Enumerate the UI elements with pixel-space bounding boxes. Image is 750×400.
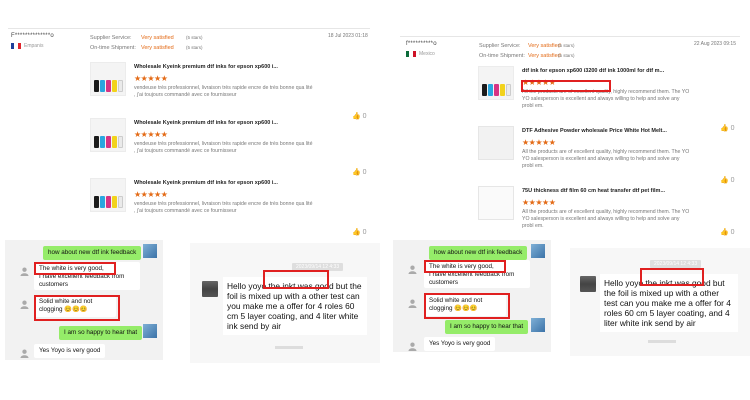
review-header: F**************o Empanis Supplier Servic… (8, 28, 370, 58)
star-rating: ★★★★★ (134, 190, 168, 199)
star-rating: ★★★★★ (522, 198, 556, 207)
reviewer-name: f**********o (406, 41, 437, 47)
reviewer-country: Empanis (24, 43, 44, 49)
message-timestamp: 2023/09/14 12 4:33 (650, 260, 702, 268)
highlight-box (424, 293, 510, 319)
product-name[interactable]: 75U thickness dtf film 60 cm heat transf… (522, 188, 665, 194)
chat-screenshot-right: how about new dtf ink feedback The white… (393, 240, 551, 352)
highlight-box (424, 260, 506, 273)
review-date: 18 Jul 2023 01:18 (328, 33, 368, 39)
rating-star-counts: (5 stars) (5 stars) (558, 43, 575, 58)
rating-star-counts: (5 stars) (5 stars) (186, 35, 203, 50)
product-thumbnail[interactable] (90, 62, 126, 96)
like-count: 0 (730, 177, 735, 184)
star-rating: ★★★★★ (134, 130, 168, 139)
product-thumbnail[interactable] (90, 178, 126, 212)
chat-message-sent: I am so happy to hear that (445, 320, 529, 334)
chat-screenshot-left: how about new dtf ink feedback The white… (5, 240, 163, 360)
reviewed-product[interactable]: Wholesale Kyeink premium dtf inks for ep… (90, 176, 370, 236)
reviewed-product[interactable]: Wholesale Kyeink premium dtf inks for ep… (90, 116, 370, 176)
product-name[interactable]: Wholesale Kyeink premium dtf inks for ep… (134, 180, 278, 186)
product-thumbnail[interactable] (478, 66, 514, 100)
user-icon (19, 348, 29, 358)
user-icon (407, 298, 417, 308)
thumbs-up-icon[interactable]: 👍 0 (352, 168, 367, 176)
product-name[interactable]: DTF Adhesive Powder wholesale Price Whit… (522, 128, 667, 134)
star-rating: ★★★★★ (522, 138, 556, 147)
user-icon (407, 341, 417, 351)
user-icon (19, 299, 29, 309)
divider (275, 346, 303, 349)
rating-labels: Supplier Service: On-time Shipment: (479, 43, 525, 59)
star-rating: ★★★★★ (134, 74, 168, 83)
review-comment: All the products are of excellent qualit… (522, 209, 690, 229)
highlight-box (640, 268, 704, 286)
highlight-box (34, 262, 116, 275)
reviewed-product[interactable]: 75U thickness dtf film 60 cm heat transf… (478, 184, 740, 236)
review-comment: vendeuse très professionnel, livraison t… (134, 141, 313, 154)
message-screenshot-right: 2023/09/14 12 4:33 Hello yoyo the inkt w… (570, 248, 750, 356)
like-count: 0 (362, 169, 367, 176)
product-name[interactable]: Wholesale Kyeink premium dtf inks for ep… (134, 120, 278, 126)
rating-labels: Supplier Service: On-time Shipment: (90, 35, 136, 51)
divider (648, 340, 676, 343)
review-card-right: f**********o Mexico Supplier Service: On… (400, 28, 740, 236)
highlight-box (263, 270, 329, 289)
review-date: 22 Aug 2023 09:15 (694, 41, 736, 47)
thumbs-up-icon[interactable]: 👍 0 (720, 228, 735, 236)
avatar (580, 276, 596, 292)
user-icon (407, 264, 417, 274)
like-count: 0 (730, 229, 735, 236)
chat-message-received: Yes Yoyo is very good (34, 344, 106, 358)
product-thumbnail[interactable] (90, 118, 126, 152)
avatar (202, 281, 218, 297)
avatar (531, 244, 545, 258)
reviewer-country: Mexico (419, 51, 435, 57)
review-comment: All the products are of excellent qualit… (522, 89, 690, 109)
user-icon (19, 266, 29, 276)
like-count: 0 (362, 229, 367, 236)
product-thumbnail[interactable] (478, 186, 514, 220)
review-comment: vendeuse très professionnel, livraison t… (134, 85, 313, 98)
rating-values: Very satisfied Very satisfied (528, 43, 561, 59)
message-screenshot-left: 2023/09/14 12 4:33 Hello yoyo the inkt w… (190, 243, 380, 363)
thumbs-up-icon[interactable]: 👍 0 (352, 228, 367, 236)
reviewed-product[interactable]: DTF Adhesive Powder wholesale Price Whit… (478, 124, 740, 184)
mexico-flag-icon (406, 51, 416, 57)
product-thumbnail[interactable] (478, 126, 514, 160)
avatar (531, 318, 545, 332)
avatar (143, 244, 157, 258)
reviewer-name: F**************o (11, 33, 54, 39)
review-card-left: F**************o Empanis Supplier Servic… (8, 28, 370, 236)
review-comment: All the products are of excellent qualit… (522, 149, 690, 169)
chat-message-sent: how about new dtf ink feedback (43, 246, 142, 260)
avatar (143, 324, 157, 338)
chat-message-sent: I am so happy to hear that (59, 326, 143, 340)
highlight-box (521, 80, 611, 92)
reviewed-product[interactable]: Wholesale Kyeink premium dtf inks for ep… (90, 60, 370, 120)
thumbs-up-icon[interactable]: 👍 0 (720, 176, 735, 184)
product-name[interactable]: Wholesale Kyeink premium dtf inks for ep… (134, 64, 278, 70)
chat-message-received: Yes Yoyo is very good (424, 337, 496, 351)
france-flag-icon (11, 43, 21, 49)
review-comment: vendeuse très professionnel, livraison t… (134, 201, 313, 214)
chat-message-sent: how about new dtf ink feedback (429, 246, 528, 260)
review-header: f**********o Mexico Supplier Service: On… (400, 36, 740, 66)
product-name[interactable]: dtf ink for epson xp600 i3200 dtf ink 10… (522, 68, 664, 74)
highlight-box (34, 295, 120, 321)
rating-values: Very satisfied Very satisfied (141, 35, 174, 51)
